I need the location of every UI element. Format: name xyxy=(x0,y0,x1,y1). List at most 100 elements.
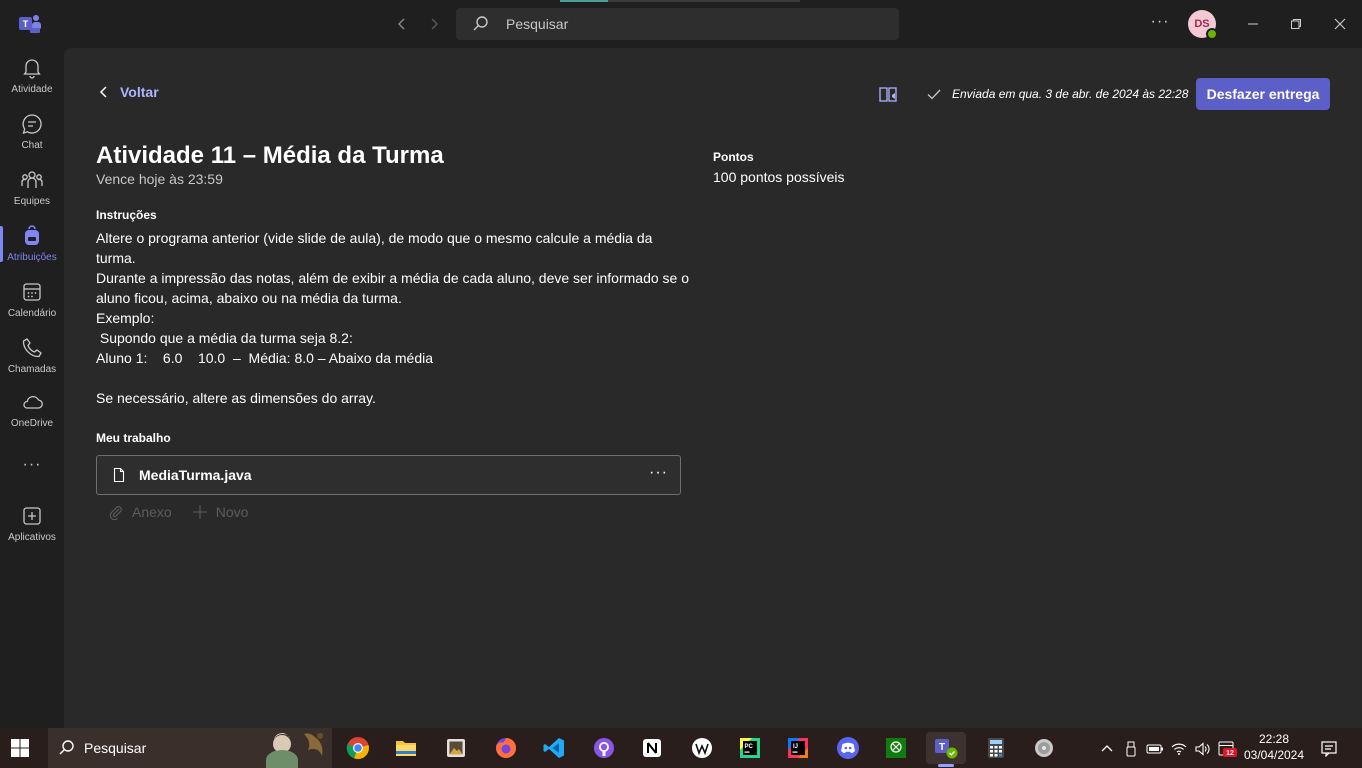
attached-file-card[interactable]: MediaTurma.java ··· xyxy=(96,455,681,495)
instruction-line: Se necessário, altere as dimensões do ar… xyxy=(96,390,376,406)
calculator-icon xyxy=(988,738,1004,758)
taskbar-app-firefox[interactable] xyxy=(486,732,526,764)
app-rail: Atividade Chat Equipes Atribuições Calen… xyxy=(0,48,64,728)
folder-icon xyxy=(396,741,416,756)
rail-item-assignments[interactable]: Atribuições xyxy=(0,222,64,274)
more-options-icon[interactable]: ··· xyxy=(1148,12,1172,36)
notification-center-icon[interactable] xyxy=(1320,739,1338,757)
disk-icon xyxy=(1035,739,1053,757)
taskbar-search-box[interactable] xyxy=(48,728,332,768)
volume-icon[interactable] xyxy=(1193,740,1211,758)
chat-icon xyxy=(22,114,42,134)
rail-item-apps[interactable]: Aplicativos xyxy=(0,502,64,554)
taskbar-app-discord[interactable] xyxy=(828,732,868,764)
taskbar-app-notion[interactable] xyxy=(632,732,672,764)
taskbar-clock[interactable]: 22:28 03/04/2024 xyxy=(1240,731,1308,763)
taskbar-app-vscode[interactable] xyxy=(534,732,574,764)
battery-icon[interactable] xyxy=(1146,740,1164,758)
notification-count: 12 xyxy=(1226,750,1234,757)
minimize-icon[interactable] xyxy=(1241,12,1265,36)
svg-text:T: T xyxy=(939,742,945,753)
firefox-icon xyxy=(496,737,517,758)
instruction-line xyxy=(96,368,696,388)
immersive-reader-icon[interactable] xyxy=(878,84,898,104)
clock-time: 22:28 xyxy=(1258,732,1290,746)
plus-icon xyxy=(192,505,207,519)
search-input[interactable] xyxy=(506,16,866,32)
taskbar-app-calculator[interactable] xyxy=(976,732,1016,764)
my-work-heading: Meu trabalho xyxy=(96,431,171,445)
back-label: Voltar xyxy=(120,84,159,100)
rail-item-calls[interactable]: Chamadas xyxy=(0,334,64,386)
taskbar-app-chrome[interactable] xyxy=(338,732,378,764)
rail-item-onedrive[interactable]: OneDrive xyxy=(0,388,64,440)
chrome-icon xyxy=(346,737,369,760)
bell-icon xyxy=(23,59,41,79)
title-bar: T ··· DS xyxy=(0,0,1362,48)
rail-item-activity[interactable]: Atividade xyxy=(0,54,64,106)
notion-icon xyxy=(643,739,661,757)
cloud-icon xyxy=(23,396,43,409)
taskbar-app-xbox[interactable] xyxy=(876,732,916,764)
assignment-detail-pane: Voltar Enviada em qua. 3 de abr. de 2024… xyxy=(64,48,1362,728)
more-apps-icon[interactable]: ··· xyxy=(0,456,64,474)
rail-label: Equipes xyxy=(13,196,51,207)
windows-start-icon[interactable] xyxy=(10,738,30,758)
restore-icon[interactable] xyxy=(1284,12,1308,36)
search-icon xyxy=(473,16,488,31)
usb-device-icon[interactable] xyxy=(1122,740,1140,758)
back-link[interactable]: Voltar xyxy=(96,84,159,100)
instruction-line: Altere o programa anterior (vide slide d… xyxy=(96,230,653,246)
wifi-icon[interactable] xyxy=(1170,740,1188,758)
new-button[interactable]: Novo xyxy=(192,504,249,520)
attach-label: Anexo xyxy=(132,504,172,520)
rail-label: Chamadas xyxy=(7,364,57,375)
taskbar-app-github-desktop[interactable] xyxy=(584,732,624,764)
taskbar-app-pycharm[interactable]: PC xyxy=(730,732,770,764)
file-more-options-icon[interactable]: ··· xyxy=(649,464,668,482)
back-arrow-icon[interactable] xyxy=(390,12,414,36)
teams-logo-icon[interactable]: T xyxy=(18,13,42,35)
search-icon xyxy=(59,740,74,755)
windows-taskbar: PC IJ T xyxy=(0,728,1362,768)
points-value: 100 pontos possíveis xyxy=(713,169,845,185)
paperclip-icon xyxy=(109,506,122,520)
assignment-title: Atividade 11 – Média da Turma xyxy=(96,142,444,169)
file-name[interactable]: MediaTurma.java xyxy=(139,467,252,483)
pycharm-icon: PC xyxy=(740,738,760,758)
rail-label: Atividade xyxy=(11,84,53,95)
submission-status: Enviada em qua. 3 de abr. de 2024 às 22:… xyxy=(926,86,1188,102)
top-search-box[interactable] xyxy=(456,8,899,40)
wikipedia-icon xyxy=(692,738,712,758)
github-icon xyxy=(594,738,614,758)
taskbar-search-input[interactable] xyxy=(84,740,244,756)
instruction-line: Exemplo: xyxy=(96,310,155,326)
undo-submission-button[interactable]: Desfazer entrega xyxy=(1196,78,1330,110)
taskbar-app-disk[interactable] xyxy=(1024,732,1064,764)
user-avatar[interactable]: DS xyxy=(1188,10,1218,40)
taskbar-app-file-explorer[interactable] xyxy=(386,732,426,764)
phone-icon xyxy=(22,338,42,358)
work-actions: Anexo Novo xyxy=(108,504,248,520)
intellij-icon: IJ xyxy=(788,738,808,758)
instruction-line: Durante a impressão das notas, além de e… xyxy=(96,270,690,286)
forward-arrow-icon[interactable] xyxy=(422,12,446,36)
history-navigation xyxy=(390,12,446,36)
taskbar-app-wikipedia[interactable] xyxy=(682,732,722,764)
rail-label: Chat xyxy=(21,140,43,151)
rail-label: Aplicativos xyxy=(8,532,56,543)
taskbar-app-intellij[interactable]: IJ xyxy=(778,732,818,764)
new-label: Novo xyxy=(215,504,249,520)
teams-icon xyxy=(21,171,43,188)
close-icon[interactable] xyxy=(1328,12,1352,36)
taskbar-app-photos[interactable] xyxy=(436,732,476,764)
taskbar-app-teams[interactable]: T xyxy=(926,732,966,767)
show-hidden-icons-icon[interactable] xyxy=(1098,740,1116,758)
calendar-badge-icon[interactable]: 12 xyxy=(1217,740,1237,758)
discord-icon xyxy=(837,737,859,759)
rail-item-teams[interactable]: Equipes xyxy=(0,166,64,218)
attach-button[interactable]: Anexo xyxy=(108,504,172,520)
rail-item-calendar[interactable]: Calendário xyxy=(0,278,64,330)
rail-item-chat[interactable]: Chat xyxy=(0,110,64,162)
instruction-line: Aluno 1: 6.0 10.0 – Média: 8.0 – Abaixo … xyxy=(96,350,433,366)
